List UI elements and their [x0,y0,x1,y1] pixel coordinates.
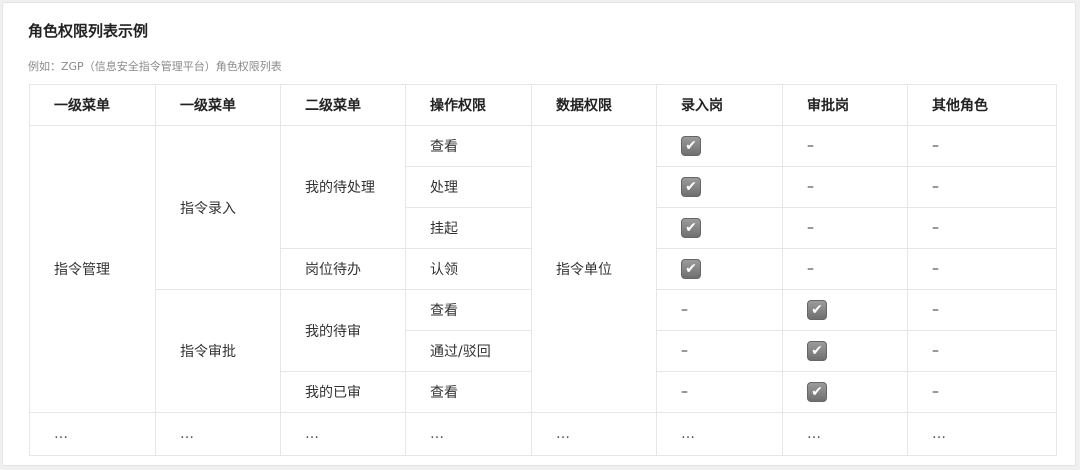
dash-placeholder: – [681,384,688,400]
dash-placeholder: – [932,261,939,277]
data-scope-cell: 指令单位 [531,125,657,413]
header-other-role: 其他角色 [907,84,1057,126]
approval-perm-cell: – [782,125,908,167]
entry-perm-cell: ✔ [656,125,783,167]
entry-perm-cell: – [656,289,783,331]
header-menu-level2: 二级菜单 [280,84,406,126]
ellipsis-cell: … [656,412,783,456]
operation-cell: 查看 [405,125,532,167]
entry-perm-cell: – [656,330,783,372]
ellipsis-cell: … [782,412,908,456]
header-menu-level1-sub: 一级菜单 [155,84,281,126]
permission-table: 一级菜单 一级菜单 二级菜单 操作权限 数据权限 录入岗 审批岗 其他角色 指令… [29,84,1057,456]
header-approval-role: 审批岗 [782,84,908,126]
table-row-ellipsis: … … … … … … … … [29,412,1057,456]
checked-checkbox-icon: ✔ [807,341,827,361]
ellipsis-cell: … [155,412,281,456]
other-perm-cell: – [907,248,1057,290]
entry-perm-cell: ✔ [656,166,783,208]
page-title: 角色权限列表示例 [28,22,149,40]
menu1-cell: 指令管理 [29,125,156,413]
other-perm-cell: – [907,207,1057,249]
operation-cell: 查看 [405,371,532,413]
header-data-scope: 数据权限 [531,84,657,126]
operation-cell: 挂起 [405,207,532,249]
ellipsis-cell: … [29,412,156,456]
ellipsis-cell: … [907,412,1057,456]
dash-placeholder: – [807,179,814,195]
dash-placeholder: – [681,343,688,359]
dash-placeholder: – [932,384,939,400]
approval-perm-cell: – [782,207,908,249]
dash-placeholder: – [932,179,939,195]
dash-placeholder: – [681,302,688,318]
approval-perm-cell: – [782,166,908,208]
menu3-cell: 我的待处理 [280,125,406,249]
approval-perm-cell: ✔ [782,289,908,331]
menu3-cell: 我的已审 [280,371,406,413]
dash-placeholder: – [932,138,939,154]
checked-checkbox-icon: ✔ [681,259,701,279]
dash-placeholder: – [932,220,939,236]
operation-cell: 认领 [405,248,532,290]
other-perm-cell: – [907,330,1057,372]
operation-cell: 处理 [405,166,532,208]
checked-checkbox-icon: ✔ [681,136,701,156]
ellipsis-cell: … [405,412,532,456]
page-subtitle: 例如：ZGP（信息安全指令管理平台）角色权限列表 [28,60,282,73]
entry-perm-cell: – [656,371,783,413]
checked-checkbox-icon: ✔ [807,300,827,320]
table-row: 指令管理 指令录入 我的待处理 查看 指令单位 ✔ – – [29,125,1057,413]
ellipsis-cell: … [280,412,406,456]
table-header-row: 一级菜单 一级菜单 二级菜单 操作权限 数据权限 录入岗 审批岗 其他角色 [29,84,1057,126]
approval-perm-cell: ✔ [782,330,908,372]
header-entry-role: 录入岗 [656,84,783,126]
dash-placeholder: – [807,261,814,277]
operation-cell: 通过/驳回 [405,330,532,372]
approval-perm-cell: – [782,248,908,290]
dash-placeholder: – [807,220,814,236]
dash-placeholder: – [932,302,939,318]
other-perm-cell: – [907,289,1057,331]
operation-cell: 查看 [405,289,532,331]
menu3-cell: 岗位待办 [280,248,406,290]
checked-checkbox-icon: ✔ [681,177,701,197]
menu2-cell: 指令录入 [155,125,281,290]
other-perm-cell: – [907,125,1057,167]
header-menu-level1: 一级菜单 [29,84,156,126]
menu2-cell: 指令审批 [155,289,281,413]
permission-card: 角色权限列表示例 例如：ZGP（信息安全指令管理平台）角色权限列表 一级菜单 一… [2,2,1076,466]
other-perm-cell: – [907,166,1057,208]
dash-placeholder: – [932,343,939,359]
header-operation: 操作权限 [405,84,532,126]
dash-placeholder: – [807,138,814,154]
entry-perm-cell: ✔ [656,207,783,249]
checked-checkbox-icon: ✔ [807,382,827,402]
other-perm-cell: – [907,371,1057,413]
checked-checkbox-icon: ✔ [681,218,701,238]
menu3-cell: 我的待审 [280,289,406,372]
ellipsis-cell: … [531,412,657,456]
approval-perm-cell: ✔ [782,371,908,413]
entry-perm-cell: ✔ [656,248,783,290]
